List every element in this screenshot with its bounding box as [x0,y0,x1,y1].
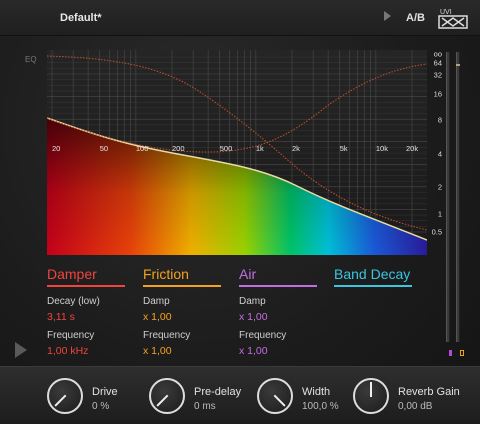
decay-tick-label: 64 [433,58,442,68]
band-underline-air [239,285,317,287]
friction-damp-value[interactable]: x 1,00 [143,311,172,323]
reverb-gain-label: Reverb Gain [398,386,460,398]
friction-frequency-value[interactable]: x 1,00 [143,345,172,357]
decay-tick-label: 16 [433,89,442,99]
freq-tick-label: 20 [52,144,60,153]
drive-value: 0 % [92,401,110,412]
uvi-logo-text: UVI [440,9,452,16]
width-knob[interactable] [257,378,293,414]
decay-tick-label: 4 [437,149,442,159]
band-title-air[interactable]: Air [239,266,256,282]
decay-tick-label: 8 [437,115,442,125]
meter-peak-marker [456,64,460,66]
eq-graph[interactable]: 20 50 100 200 500 1k 2k 5k 10k 20k [47,50,427,255]
meter-right-marker [460,350,464,356]
freq-tick-label: 1k [256,144,264,153]
band-title-band-decay[interactable]: Band Decay [334,266,410,282]
output-meter-right [456,52,460,342]
uvi-logo: UVI [438,9,468,29]
damper-decay-value[interactable]: 3,11 s [47,311,75,323]
band-underline-damper [47,285,125,287]
header-bar: Default* A/B UVI [0,0,480,36]
decay-tick-label: 32 [433,70,442,80]
predelay-value: 0 ms [194,401,216,412]
drive-knob-pointer [54,394,67,407]
air-frequency-value[interactable]: x 1,00 [239,345,268,357]
drive-label: Drive [92,386,118,398]
damper-frequency-label: Frequency [47,330,95,341]
preset-name[interactable]: Default* [60,12,102,24]
friction-damp-label: Damp [143,296,170,307]
play-icon[interactable] [15,342,27,358]
plugin-window: Default* A/B UVI EQ 20 50 100 200 500 1k… [0,0,480,424]
predelay-knob[interactable] [149,378,185,414]
freq-tick-label: 2k [292,144,300,153]
band-underline-band-decay [334,285,412,287]
predelay-knob-pointer [156,394,169,407]
air-damp-label: Damp [239,296,266,307]
width-value: 100,0 % [302,401,339,412]
friction-frequency-label: Frequency [143,330,191,341]
meter-left-marker [449,350,452,356]
reverb-gain-value: 0,00 dB [398,401,433,412]
drive-knob[interactable] [47,378,83,414]
reverb-gain-knob[interactable] [353,378,389,414]
freq-tick-label: 100 [136,144,149,153]
decay-axis: oo 64 32 16 8 4 2 1 0.5 [426,50,442,255]
decay-tick-label: 2 [437,182,442,192]
damper-frequency-value[interactable]: 1,00 kHz [47,345,88,357]
air-frequency-label: Frequency [239,330,287,341]
air-damp-value[interactable]: x 1,00 [239,311,268,323]
decay-tick-label: 0.5 [431,227,442,237]
band-underline-friction [143,285,221,287]
damper-decay-label: Decay (low) [47,296,100,307]
width-label: Width [302,386,331,398]
freq-tick-label: 10k [376,144,388,153]
freq-tick-label: 20k [406,144,418,153]
band-title-damper[interactable]: Damper [47,266,97,282]
decay-tick-label: oo [433,49,442,59]
decay-tick-label: 1 [437,209,442,219]
output-meter-left [446,52,450,342]
freq-tick-label: 200 [172,144,185,153]
predelay-label: Pre-delay [194,386,242,398]
reverb-gain-knob-pointer [370,382,372,397]
band-title-friction[interactable]: Friction [143,266,189,282]
freq-tick-label: 500 [220,144,233,153]
next-preset-icon[interactable] [384,11,391,21]
width-knob-pointer [273,394,286,407]
freq-tick-label: 50 [100,144,108,153]
freq-tick-label: 5k [340,144,348,153]
eq-label: EQ [25,55,37,64]
ab-compare-button[interactable]: A/B [406,12,425,24]
